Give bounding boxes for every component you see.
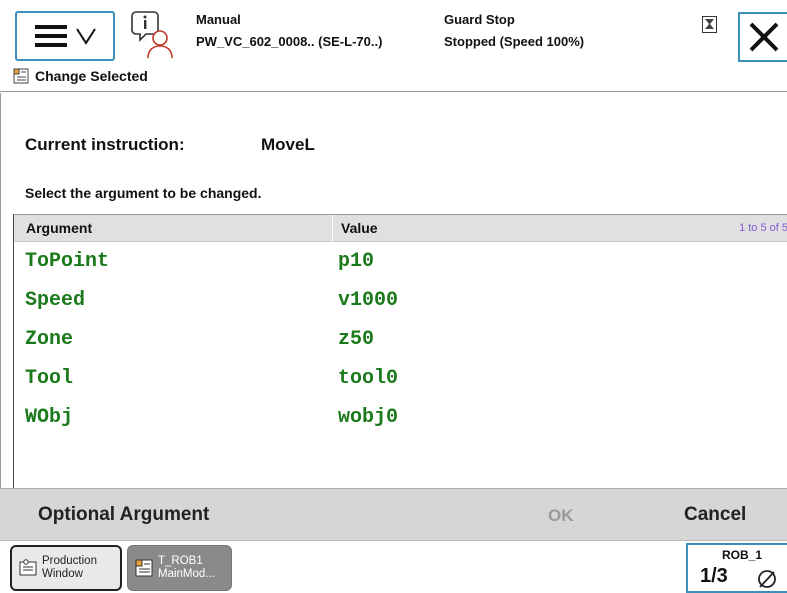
controller-name: PW_VC_602_0008.. (SE-L-70..) (196, 34, 383, 49)
module-name: MainMod... (158, 568, 215, 580)
argument-name: Zone (25, 328, 74, 351)
program-editor-icon (135, 559, 153, 577)
hourglass-icon (702, 16, 717, 33)
operating-mode: Manual (196, 12, 241, 27)
argument-table: Argument Value 1 to 5 of 5 ToPoint p10 S… (13, 214, 787, 489)
close-button[interactable] (738, 12, 787, 62)
guard-state: Guard Stop (444, 12, 515, 27)
command-bar: Optional Argument OK Cancel (0, 488, 787, 540)
optional-argument-button[interactable]: Optional Argument (38, 504, 209, 526)
program-editor-icon (13, 68, 29, 84)
taskbar: Production Window T_ROB1 MainMod... ROB_… (0, 540, 787, 593)
taskbar-program-editor[interactable]: T_ROB1 MainMod... (127, 545, 232, 591)
argument-value: tool0 (338, 367, 399, 390)
column-divider (332, 215, 333, 242)
event-log-icon[interactable] (130, 8, 176, 60)
table-row[interactable]: Speed v1000 (14, 281, 787, 320)
breadcrumb-label: Change Selected (35, 68, 148, 84)
production-line2: Window (42, 568, 83, 580)
argument-value: p10 (338, 250, 375, 273)
breadcrumb: Change Selected (13, 66, 148, 86)
robot-name: ROB_1 (722, 548, 763, 562)
argument-value: wobj0 (338, 406, 399, 429)
production-window-label: Production Window (42, 555, 97, 581)
current-instruction-value: MoveL (261, 135, 315, 154)
program-editor-label: T_ROB1 MainMod... (158, 555, 215, 581)
task-name: T_ROB1 (158, 555, 203, 567)
argument-value: z50 (338, 328, 375, 351)
current-instruction-label: Current instruction: (25, 135, 185, 154)
speed-fraction: 1/3 (700, 565, 728, 587)
close-icon (749, 22, 778, 52)
table-header: Argument Value 1 to 5 of 5 (14, 215, 787, 242)
argument-name: Tool (25, 367, 74, 390)
abb-menu-button[interactable] (15, 11, 115, 61)
taskbar-production-window[interactable]: Production Window (10, 545, 122, 591)
argument-name: ToPoint (25, 250, 110, 273)
incremental-icon (758, 570, 776, 588)
change-selected-panel: Current instruction: MoveL Select the ar… (0, 93, 787, 489)
argument-name: Speed (25, 289, 86, 312)
cancel-button[interactable]: Cancel (684, 504, 746, 526)
table-row[interactable]: WObj wobj0 (14, 398, 787, 437)
ok-button[interactable]: OK (548, 506, 574, 526)
column-header-value[interactable]: Value (341, 220, 378, 236)
production-line1: Production (42, 555, 97, 567)
status-bar: Manual PW_VC_602_0008.. (SE-L-70..) Guar… (0, 0, 787, 92)
argument-value: v1000 (338, 289, 399, 312)
production-window-icon (19, 559, 37, 576)
table-row[interactable]: Tool tool0 (14, 359, 787, 398)
table-row[interactable]: Zone z50 (14, 320, 787, 359)
argument-name: WObj (25, 406, 74, 429)
column-header-argument[interactable]: Argument (26, 220, 92, 236)
table-row[interactable]: ToPoint p10 (14, 242, 787, 281)
row-range-indicator: 1 to 5 of 5 (739, 222, 787, 234)
instruction-text: Select the argument to be changed. (25, 185, 262, 201)
run-state: Stopped (Speed 100%) (444, 34, 585, 49)
quickset-button[interactable]: ROB_1 1/3 (686, 543, 787, 593)
hamburger-menu-icon (35, 25, 96, 47)
